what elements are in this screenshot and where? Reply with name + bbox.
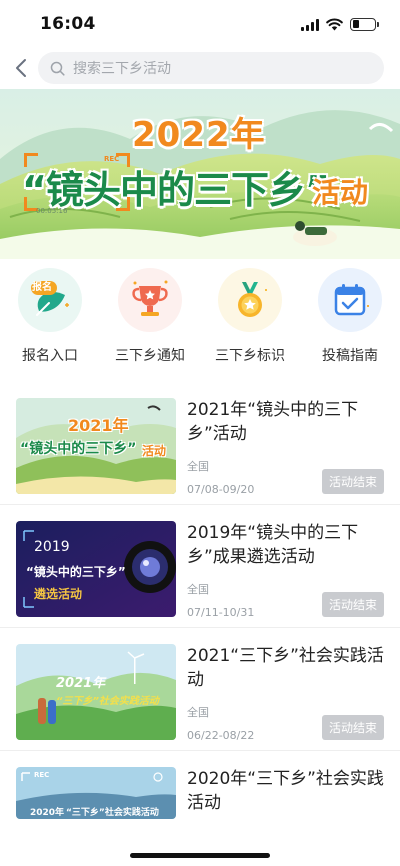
status-badge: 活动结束 xyxy=(321,715,384,740)
status-badge: 活动结束 xyxy=(321,592,384,617)
cellular-signal-icon xyxy=(301,18,319,31)
thumb-suffix: 遴选活动 xyxy=(34,587,83,601)
list-item[interactable]: 2021年 “三下乡”社会实践活动 2021“三下乡”社会实践活动 全国 06/… xyxy=(0,627,400,758)
search-header: 搜索三下乡活动 xyxy=(0,48,400,88)
quick-item-signup[interactable]: 报名 报名入口 xyxy=(0,268,100,365)
quick-item-logo[interactable]: 三下乡标识 xyxy=(200,268,300,365)
banner-main-title: “镜头中的三下乡” xyxy=(22,168,330,212)
activity-title: 2021年“镜头中的三下乡”活动 xyxy=(187,400,359,444)
activity-title: 2021“三下乡”社会实践活动 xyxy=(187,646,384,690)
quick-item-notice[interactable]: 三下乡通知 xyxy=(100,268,200,365)
quick-item-label: 投稿指南 xyxy=(322,348,378,364)
wifi-icon xyxy=(326,17,343,30)
banner-activity-word: 活动 xyxy=(312,176,369,209)
activity-title: 2020年“三下乡”社会实践活动 xyxy=(187,769,384,813)
activity-thumbnail: REC 2020年 “三下乡”社会实践活动 xyxy=(16,767,176,819)
thumb-main: “三下乡”社会实践活动 xyxy=(66,808,159,818)
activity-info: 2020年“三下乡”社会实践活动 xyxy=(187,767,384,819)
activity-title: 2019年“镜头中的三下乡”成果遴选活动 xyxy=(187,523,359,567)
activity-info: 2021“三下乡”社会实践活动 全国 06/22-08/22 活动结束 xyxy=(187,644,384,742)
trophy-icon xyxy=(118,268,182,332)
activity-thumbnail: 2021年 “三下乡”社会实践活动 xyxy=(16,644,176,740)
quick-item-guide[interactable]: 投稿指南 xyxy=(300,268,400,365)
thumb-main: “三下乡”社会实践活动 xyxy=(56,696,159,707)
activity-info: 2021年“镜头中的三下乡”活动 全国 07/08-09/20 活动结束 xyxy=(187,398,384,496)
search-icon xyxy=(50,61,65,76)
quick-item-label: 三下乡标识 xyxy=(215,348,285,364)
banner-year: 2022年 xyxy=(132,115,266,155)
list-item[interactable]: 2019 “镜头中的三下乡” 遴选活动 2019年“镜头中的三下乡”成果遴选活动… xyxy=(0,504,400,635)
quick-menu: 报名 报名入口 三下乡通知 三下乡标识 投稿指南 xyxy=(0,268,400,365)
activity-thumbnail: 2021年 “镜头中的三下乡” 活动 xyxy=(16,398,176,494)
list-item[interactable]: REC 2020年 “三下乡”社会实践活动 2020年“三下乡”社会实践活动 xyxy=(0,750,400,835)
activity-list: 2021年 “镜头中的三下乡” 活动 2021年“镜头中的三下乡”活动 全国 0… xyxy=(0,382,400,835)
rec-label: REC xyxy=(104,155,120,163)
list-item[interactable]: 2021年 “镜头中的三下乡” 活动 2021年“镜头中的三下乡”活动 全国 0… xyxy=(0,382,400,512)
timer-label: 00:05:16 xyxy=(36,207,68,215)
thumb-year: 2019 xyxy=(34,539,70,555)
signup-icon: 报名 xyxy=(18,268,82,332)
calendar-check-icon xyxy=(318,268,382,332)
quick-item-label: 报名入口 xyxy=(22,348,78,364)
status-icons xyxy=(301,17,379,31)
hero-banner[interactable]: 2022年 “镜头中的三下乡” 活动 REC 00:05:16 xyxy=(0,89,400,259)
viewfinder-corner-icon xyxy=(116,197,130,211)
thumb-year: 2021年 xyxy=(68,416,129,435)
quick-item-label: 三下乡通知 xyxy=(115,348,185,364)
status-time: 16:04 xyxy=(40,14,96,34)
back-button[interactable] xyxy=(12,54,30,82)
activity-thumbnail: 2019 “镜头中的三下乡” 遴选活动 xyxy=(16,521,176,617)
signup-badge: 报名 xyxy=(32,282,52,293)
chevron-left-icon xyxy=(16,59,26,77)
status-bar: 16:04 xyxy=(0,0,400,48)
thumb-year: 2021年 xyxy=(56,676,106,691)
rec-label: REC xyxy=(34,771,50,779)
thumb-year: 2020年 xyxy=(30,808,65,818)
activity-info: 2019年“镜头中的三下乡”成果遴选活动 全国 07/11-10/31 活动结束 xyxy=(187,521,384,619)
home-indicator xyxy=(130,853,270,858)
search-placeholder: 搜索三下乡活动 xyxy=(73,61,171,77)
status-badge: 活动结束 xyxy=(321,469,384,494)
thumb-main: “镜头中的三下乡” xyxy=(20,441,137,457)
search-input[interactable]: 搜索三下乡活动 xyxy=(38,52,384,84)
thumb-main: “镜头中的三下乡” xyxy=(26,565,126,579)
thumb-suffix: 活动 xyxy=(142,444,167,458)
medal-icon xyxy=(218,268,282,332)
battery-icon xyxy=(350,17,379,31)
viewfinder-corner-icon xyxy=(24,153,38,167)
